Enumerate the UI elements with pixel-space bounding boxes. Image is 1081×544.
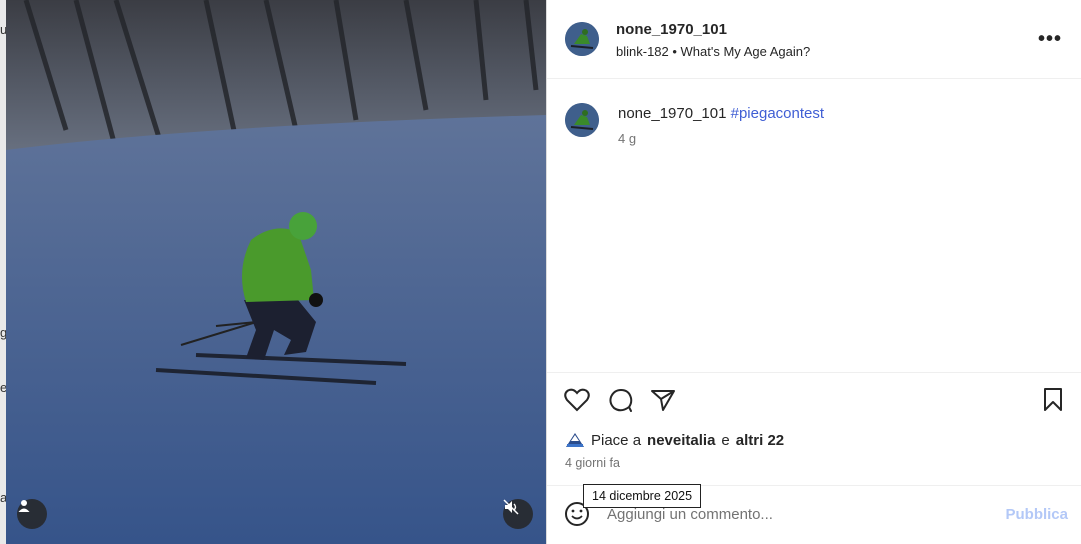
muted-speaker-icon bbox=[503, 499, 519, 515]
likes-prefix: Piace a bbox=[591, 431, 642, 449]
profile-button[interactable] bbox=[17, 499, 47, 529]
comment-input[interactable]: Aggiungi un commento... bbox=[607, 506, 773, 523]
caption: none_1970_101 #piegacontest bbox=[618, 105, 824, 122]
post-date[interactable]: 4 giorni fa bbox=[565, 456, 620, 470]
likes-connector: e bbox=[721, 431, 730, 449]
audio-track[interactable]: blink-182 • What's My Age Again? bbox=[616, 44, 810, 59]
post-video[interactable] bbox=[6, 0, 546, 544]
like-button[interactable] bbox=[563, 386, 591, 414]
heart-icon bbox=[564, 388, 590, 412]
skier-avatar-icon bbox=[565, 103, 599, 137]
mute-toggle-button[interactable] bbox=[503, 499, 533, 529]
post-side-panel: none_1970_101 blink-182 • What's My Age … bbox=[546, 0, 1081, 544]
caption-hashtag[interactable]: #piegacontest bbox=[731, 105, 824, 122]
person-icon bbox=[18, 500, 30, 512]
comment-bubble-icon bbox=[609, 389, 633, 412]
caption-avatar[interactable] bbox=[565, 103, 599, 137]
author-username[interactable]: none_1970_101 bbox=[616, 21, 727, 38]
share-button[interactable] bbox=[649, 386, 677, 414]
comment-button[interactable] bbox=[607, 386, 635, 414]
likes-others[interactable]: altri 22 bbox=[736, 432, 784, 449]
more-options-button[interactable]: ••• bbox=[1038, 28, 1062, 51]
caption-age: 4 g bbox=[618, 131, 637, 146]
caption-username[interactable]: none_1970_101 bbox=[618, 105, 726, 122]
bookmark-icon bbox=[1044, 388, 1062, 411]
likes-user[interactable]: neveitalia bbox=[647, 432, 715, 449]
date-tooltip: 14 dicembre 2025 bbox=[583, 484, 702, 508]
publish-button[interactable]: Pubblica bbox=[1005, 506, 1068, 523]
skier-avatar-icon bbox=[565, 22, 599, 56]
instagram-post-modal: u g e a none_1970_101 blink-182 • What's… bbox=[0, 0, 1081, 544]
ski-scene bbox=[6, 0, 546, 544]
divider bbox=[547, 372, 1081, 373]
post-header: none_1970_101 blink-182 • What's My Age … bbox=[547, 0, 1081, 79]
author-avatar[interactable] bbox=[565, 22, 599, 56]
paper-plane-icon bbox=[651, 390, 675, 411]
likes-summary: Piace a neveitalia e altri 22 bbox=[565, 431, 784, 449]
neveitalia-logo-icon[interactable] bbox=[565, 431, 585, 449]
save-button[interactable] bbox=[1039, 386, 1067, 414]
